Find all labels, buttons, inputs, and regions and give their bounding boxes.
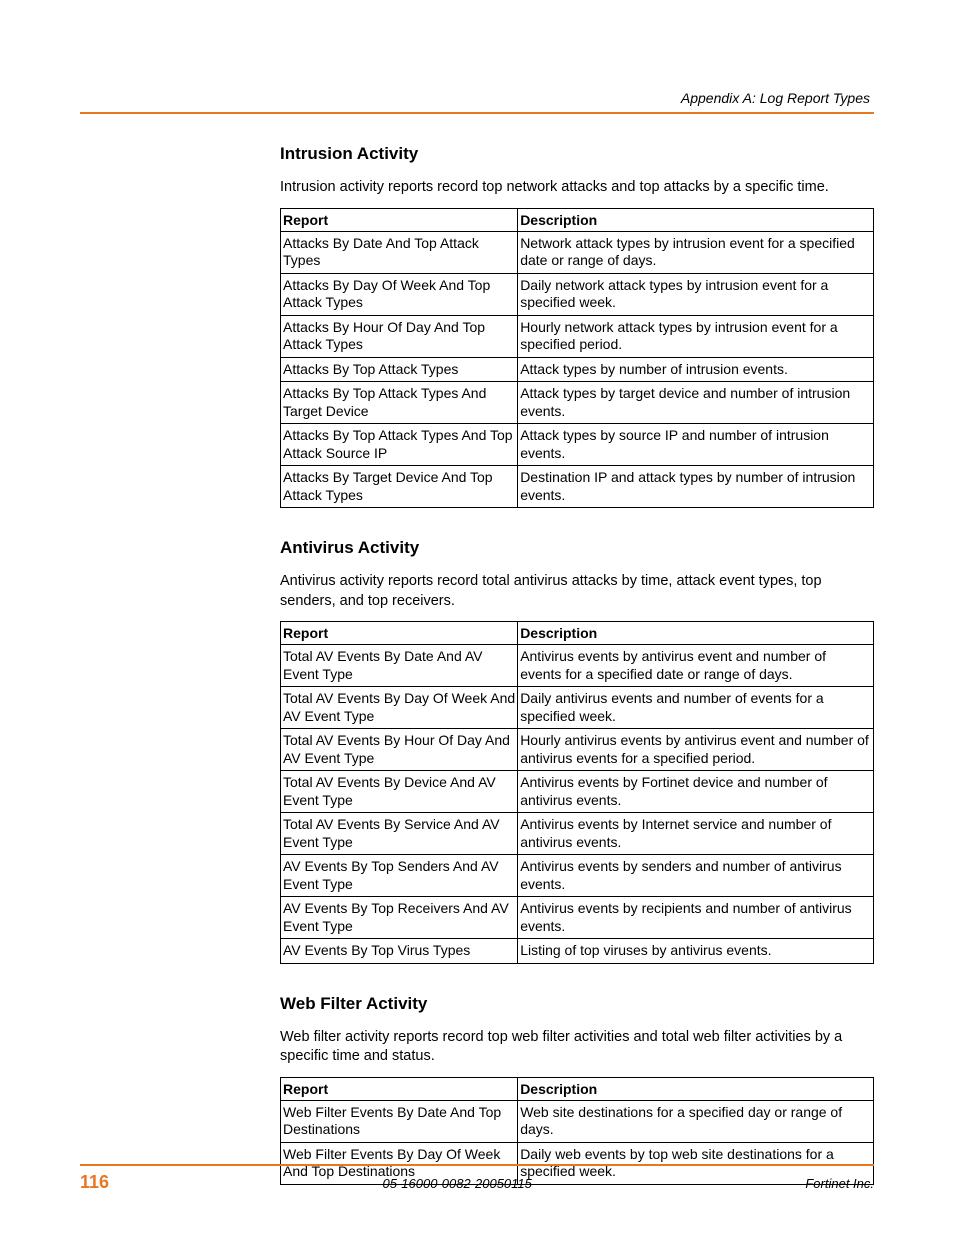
cell-description: Antivirus events by antivirus event and … — [518, 645, 874, 687]
section-intro-webfilter: Web filter activity reports record top w… — [280, 1028, 874, 1067]
th-description: Description — [518, 622, 874, 645]
table-row: Web Filter Events By Date And Top Destin… — [281, 1100, 874, 1142]
cell-report: Total AV Events By Date And AV Event Typ… — [281, 645, 518, 687]
table-row: Total AV Events By Service And AV Event … — [281, 813, 874, 855]
cell-description: Attack types by number of intrusion even… — [518, 357, 874, 382]
cell-description: Hourly network attack types by intrusion… — [518, 315, 874, 357]
th-description: Description — [518, 1077, 874, 1100]
cell-description: Daily antivirus events and number of eve… — [518, 687, 874, 729]
th-report: Report — [281, 1077, 518, 1100]
cell-report: Attacks By Date And Top Attack Types — [281, 231, 518, 273]
footer-company: Fortinet Inc. — [805, 1176, 874, 1191]
running-head: Appendix A: Log Report Types — [80, 90, 874, 106]
cell-report: Attacks By Target Device And Top Attack … — [281, 466, 518, 508]
cell-report: Attacks By Top Attack Types — [281, 357, 518, 382]
th-report: Report — [281, 208, 518, 231]
cell-description: Web site destinations for a specified da… — [518, 1100, 874, 1142]
cell-description: Antivirus events by Internet service and… — [518, 813, 874, 855]
th-report: Report — [281, 622, 518, 645]
cell-description: Attack types by target device and number… — [518, 382, 874, 424]
table-header-row: Report Description — [281, 1077, 874, 1100]
cell-description: Listing of top viruses by antivirus even… — [518, 939, 874, 964]
page-footer: 116 05-16000-0082-20050115 Fortinet Inc. — [80, 1164, 874, 1193]
cell-report: Total AV Events By Day Of Week And AV Ev… — [281, 687, 518, 729]
page-number: 116 — [80, 1172, 109, 1193]
section-heading-webfilter: Web Filter Activity — [280, 994, 874, 1014]
cell-report: Attacks By Day Of Week And Top Attack Ty… — [281, 273, 518, 315]
table-header-row: Report Description — [281, 208, 874, 231]
cell-report: Web Filter Events By Date And Top Destin… — [281, 1100, 518, 1142]
table-row: Total AV Events By Hour Of Day And AV Ev… — [281, 729, 874, 771]
section-intro-intrusion: Intrusion activity reports record top ne… — [280, 178, 874, 198]
table-row: Attacks By Day Of Week And Top Attack Ty… — [281, 273, 874, 315]
cell-report: Attacks By Hour Of Day And Top Attack Ty… — [281, 315, 518, 357]
table-row: Attacks By Target Device And Top Attack … — [281, 466, 874, 508]
cell-report: Total AV Events By Hour Of Day And AV Ev… — [281, 729, 518, 771]
table-row: Attacks By Top Attack Types And Top Atta… — [281, 424, 874, 466]
cell-description: Network attack types by intrusion event … — [518, 231, 874, 273]
table-row: Total AV Events By Date And AV Event Typ… — [281, 645, 874, 687]
table-intrusion: Report Description Attacks By Date And T… — [280, 208, 874, 509]
table-row: AV Events By Top Receivers And AV Event … — [281, 897, 874, 939]
table-row: Total AV Events By Day Of Week And AV Ev… — [281, 687, 874, 729]
footer-doc-id: 05-16000-0082-20050115 — [383, 1176, 532, 1191]
section-heading-antivirus: Antivirus Activity — [280, 538, 874, 558]
cell-description: Attack types by source IP and number of … — [518, 424, 874, 466]
cell-description: Antivirus events by senders and number o… — [518, 855, 874, 897]
cell-description: Antivirus events by recipients and numbe… — [518, 897, 874, 939]
section-heading-intrusion: Intrusion Activity — [280, 144, 874, 164]
table-row: Attacks By Hour Of Day And Top Attack Ty… — [281, 315, 874, 357]
header-rule — [80, 112, 874, 114]
table-header-row: Report Description — [281, 622, 874, 645]
cell-report: Attacks By Top Attack Types And Target D… — [281, 382, 518, 424]
cell-description: Hourly antivirus events by antivirus eve… — [518, 729, 874, 771]
table-row: Total AV Events By Device And AV Event T… — [281, 771, 874, 813]
th-description: Description — [518, 208, 874, 231]
cell-report: AV Events By Top Receivers And AV Event … — [281, 897, 518, 939]
cell-description: Antivirus events by Fortinet device and … — [518, 771, 874, 813]
table-antivirus: Report Description Total AV Events By Da… — [280, 621, 874, 964]
cell-description: Destination IP and attack types by numbe… — [518, 466, 874, 508]
cell-report: Total AV Events By Service And AV Event … — [281, 813, 518, 855]
cell-description: Daily network attack types by intrusion … — [518, 273, 874, 315]
cell-report: Total AV Events By Device And AV Event T… — [281, 771, 518, 813]
table-row: Attacks By Top Attack Types And Target D… — [281, 382, 874, 424]
cell-report: AV Events By Top Senders And AV Event Ty… — [281, 855, 518, 897]
table-row: Attacks By Top Attack TypesAttack types … — [281, 357, 874, 382]
main-content: Intrusion Activity Intrusion activity re… — [280, 144, 874, 1185]
table-row: Attacks By Date And Top Attack TypesNetw… — [281, 231, 874, 273]
table-row: AV Events By Top Virus TypesListing of t… — [281, 939, 874, 964]
cell-report: AV Events By Top Virus Types — [281, 939, 518, 964]
cell-report: Attacks By Top Attack Types And Top Atta… — [281, 424, 518, 466]
table-row: AV Events By Top Senders And AV Event Ty… — [281, 855, 874, 897]
section-intro-antivirus: Antivirus activity reports record total … — [280, 572, 874, 611]
